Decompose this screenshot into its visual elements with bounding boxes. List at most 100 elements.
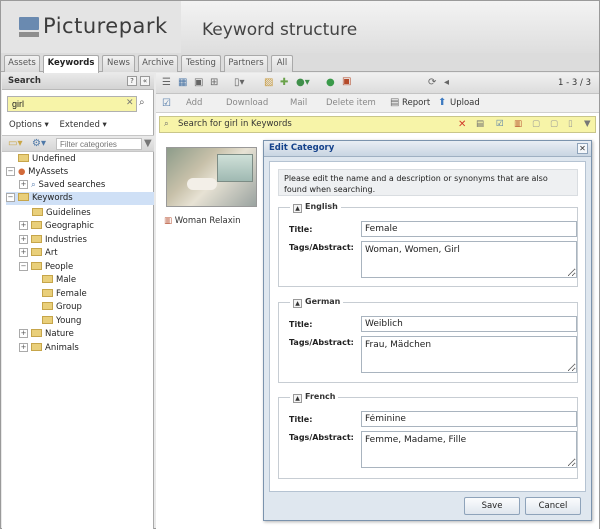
collapse-icon[interactable]: −: [6, 193, 15, 202]
list-view-icon[interactable]: ☰: [162, 77, 171, 88]
german-title-input[interactable]: [361, 316, 577, 332]
title-label: Title:: [289, 320, 313, 329]
tree-item-guidelines[interactable]: Guidelines: [32, 207, 91, 220]
trash-icon[interactable]: ▯: [568, 117, 573, 132]
tree-item-people[interactable]: − People: [19, 261, 73, 274]
french-title-input[interactable]: [361, 411, 577, 427]
tree-item-male[interactable]: Male: [42, 274, 76, 287]
tree-item-geographic[interactable]: + Geographic: [19, 220, 94, 233]
select-all-icon[interactable]: ☑: [162, 98, 171, 109]
status-icon[interactable]: ●: [326, 77, 335, 88]
tree-item-undefined[interactable]: Undefined: [18, 153, 76, 166]
dialog-body: Please edit the name and a description o…: [269, 161, 586, 492]
image-icon[interactable]: ▨: [264, 77, 273, 88]
tab-news[interactable]: News: [102, 55, 135, 72]
checklist-icon[interactable]: ☑: [496, 117, 504, 132]
expand-icon[interactable]: +: [19, 180, 28, 189]
legend-german[interactable]: ▲ German: [290, 297, 344, 308]
help-button[interactable]: ?: [127, 76, 137, 86]
collapse-button[interactable]: «: [140, 76, 150, 86]
filter-categories-input[interactable]: [56, 138, 142, 150]
report-icon: ▤: [390, 97, 400, 108]
tree-item-animals[interactable]: + Animals: [19, 342, 79, 355]
upload-button[interactable]: Upload: [450, 98, 480, 108]
folder-icon: [18, 154, 29, 162]
tree-item-group[interactable]: Group: [42, 301, 82, 314]
paste-icon[interactable]: ▢: [550, 117, 558, 132]
bookmark-icon[interactable]: ▥: [514, 117, 522, 132]
tree-item-nature[interactable]: + Nature: [19, 328, 74, 341]
legend-english[interactable]: ▲ English: [290, 202, 341, 213]
fieldset-german: ▲German Title: Tags/Abstract: Frau, Mädc…: [278, 297, 578, 383]
legend-french[interactable]: ▲ French: [290, 392, 339, 403]
magnifier-icon: ⌕: [31, 180, 36, 190]
tree-item-keywords[interactable]: − Keywords: [6, 192, 154, 205]
plus-icon[interactable]: ✚: [280, 77, 288, 88]
folder-icon: [31, 221, 42, 229]
tab-testing[interactable]: Testing: [181, 55, 221, 72]
collapse-icon[interactable]: ▲: [293, 204, 302, 213]
expand-icon[interactable]: +: [19, 248, 28, 257]
search-input[interactable]: [7, 96, 137, 112]
pager-text: 1 - 3 / 3: [558, 78, 591, 88]
prev-page-icon[interactable]: ◂: [444, 77, 449, 88]
english-tags-textarea[interactable]: Woman, Women, Girl: [361, 241, 577, 278]
options-menu[interactable]: Options ▾: [9, 120, 49, 130]
tree-item-young[interactable]: Young: [42, 315, 81, 328]
tab-archive[interactable]: Archive: [138, 55, 178, 72]
upload-icon: ⬆: [438, 97, 447, 108]
refresh-icon[interactable]: ⟳: [428, 77, 436, 88]
close-icon[interactable]: ✕: [577, 143, 588, 154]
asset-type-icon: ▥: [164, 216, 173, 226]
tab-all[interactable]: All: [271, 55, 293, 72]
tab-partners[interactable]: Partners: [224, 55, 268, 72]
mail-button[interactable]: Mail: [290, 98, 307, 108]
tags-label: Tags/Abstract:: [289, 433, 354, 442]
expand-icon[interactable]: +: [19, 235, 28, 244]
expand-icon[interactable]: +: [19, 329, 28, 338]
expand-icon[interactable]: +: [19, 221, 28, 230]
collapse-icon[interactable]: −: [19, 262, 28, 271]
collapse-icon[interactable]: −: [6, 167, 15, 176]
delete-button[interactable]: Delete item: [326, 98, 376, 108]
english-title-input[interactable]: [361, 221, 577, 237]
globe-icon[interactable]: ●▾: [296, 77, 310, 88]
slideshow-icon[interactable]: ▣: [342, 76, 351, 87]
page-size-icon[interactable]: ▯▾: [234, 77, 245, 88]
add-button[interactable]: Add: [186, 98, 202, 108]
collapse-icon[interactable]: ▲: [293, 299, 302, 308]
tab-keywords[interactable]: Keywords: [43, 55, 99, 73]
save-button[interactable]: Save: [464, 497, 520, 515]
german-tags-textarea[interactable]: Frau, Mädchen: [361, 336, 577, 373]
detail-view-icon[interactable]: ⊞: [210, 77, 218, 88]
folder-icon: [42, 289, 53, 297]
tree-item-myassets[interactable]: − ● MyAssets: [6, 166, 68, 179]
tree-item-art[interactable]: + Art: [19, 247, 58, 260]
asset-caption[interactable]: ▥ Woman Relaxin: [164, 216, 262, 226]
tree-item-female[interactable]: Female: [42, 288, 87, 301]
folder-menu-icon[interactable]: ▭▾: [8, 138, 22, 149]
filter-icon[interactable]: ▼: [144, 138, 152, 149]
asset-thumbnail[interactable]: [166, 147, 257, 207]
report-button[interactable]: Report: [402, 98, 430, 108]
search-icon[interactable]: ⌕: [139, 97, 145, 108]
french-tags-textarea[interactable]: Femme, Madame, Fille: [361, 431, 577, 468]
close-search-icon[interactable]: ✕: [458, 117, 466, 132]
copy-icon[interactable]: ▢: [532, 117, 540, 132]
download-button[interactable]: Download: [226, 98, 268, 108]
gear-icon[interactable]: ⚙▾: [32, 138, 46, 149]
action-toolbar: ☑ Add Download Mail Delete item ▤ Report…: [156, 94, 599, 113]
save-search-icon[interactable]: ▤: [476, 117, 484, 132]
large-view-icon[interactable]: ▣: [194, 77, 203, 88]
thumbnail-view-icon[interactable]: ▦: [178, 77, 187, 88]
collapse-icon[interactable]: ▲: [293, 394, 302, 403]
filter-icon[interactable]: ▼: [584, 117, 591, 132]
extended-menu[interactable]: Extended ▾: [59, 120, 106, 130]
folder-icon: [42, 275, 53, 283]
tree-item-industries[interactable]: + Industries: [19, 234, 87, 247]
tab-assets[interactable]: Assets: [4, 55, 40, 72]
cancel-button[interactable]: Cancel: [525, 497, 581, 515]
tree-item-saved-searches[interactable]: + ⌕ Saved searches: [19, 179, 105, 192]
expand-icon[interactable]: +: [19, 343, 28, 352]
clear-search-icon[interactable]: ✕: [126, 98, 134, 108]
